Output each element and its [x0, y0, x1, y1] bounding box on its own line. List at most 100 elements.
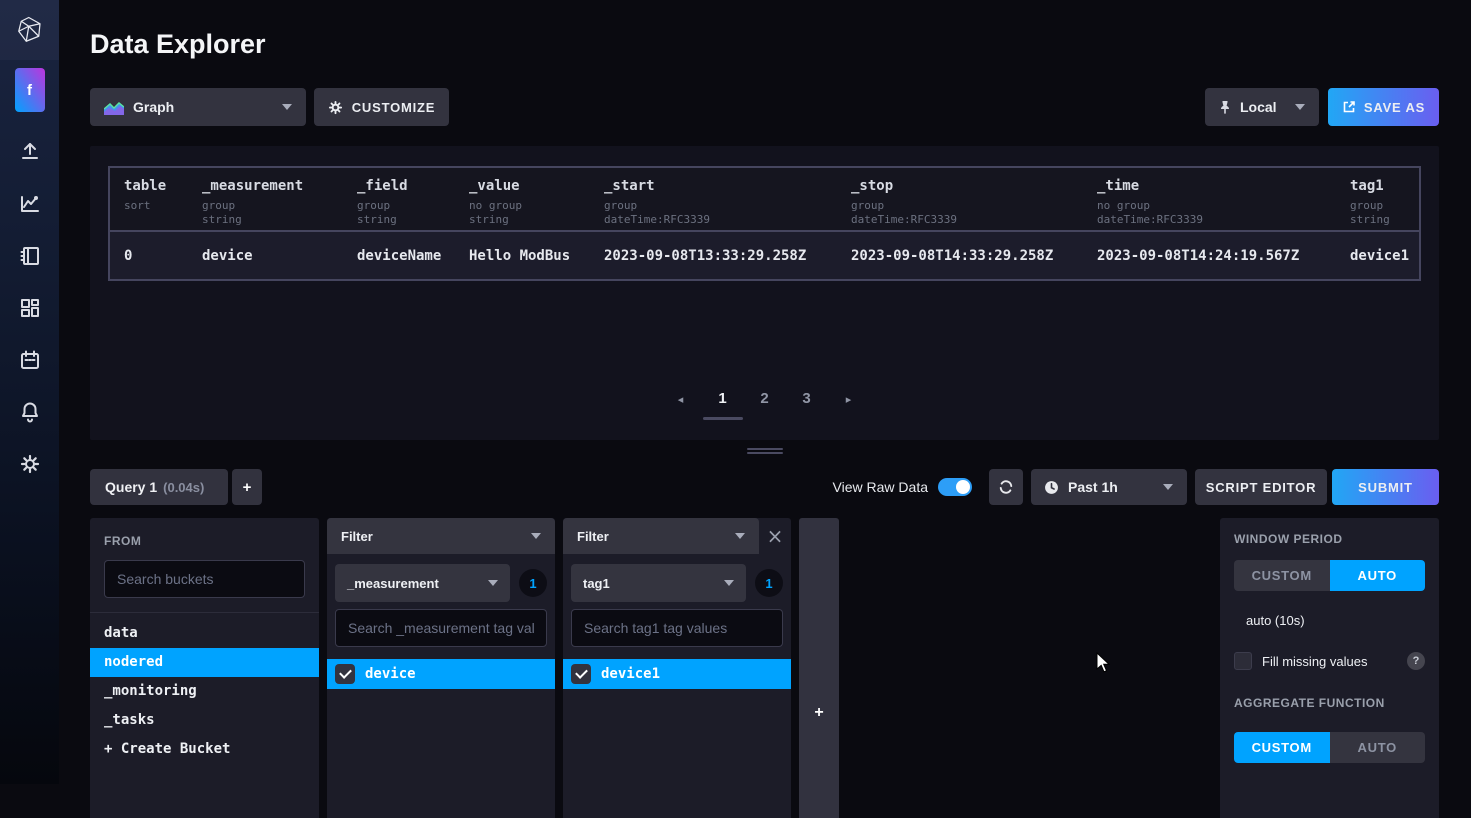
tag-value-device[interactable]: device — [327, 659, 555, 689]
cell-time: 2023-09-08T14:24:19.567Z — [1097, 248, 1350, 264]
query-builder: FROM data nodered _monitoring _tasks + C… — [90, 518, 1439, 818]
aggregate-auto-button[interactable]: AUTO — [1330, 732, 1426, 763]
filter-type-dropdown[interactable]: Filter — [563, 518, 759, 554]
window-period-toggle: CUSTOM AUTO — [1234, 560, 1425, 591]
sidebar-item-dashboards[interactable] — [18, 296, 42, 320]
tag-value-device1[interactable]: device1 — [563, 659, 791, 689]
from-panel: FROM data nodered _monitoring _tasks + C… — [90, 518, 319, 818]
influxdb-logo[interactable] — [0, 0, 59, 60]
create-bucket-button[interactable]: + Create Bucket — [90, 735, 319, 764]
cell-table: 0 — [124, 248, 202, 264]
chevron-down-icon — [282, 104, 292, 110]
column-header-time: _time no group dateTime:RFC3339 — [1097, 178, 1350, 230]
column-header-stop: _stop group dateTime:RFC3339 — [851, 178, 1097, 230]
selected-count-badge: 1 — [519, 569, 547, 597]
calendar-icon — [18, 348, 42, 372]
visualization-type-label: Graph — [133, 99, 174, 115]
add-query-button[interactable]: + — [232, 469, 262, 505]
table-row: 0 device deviceName Hello ModBus 2023-09… — [110, 232, 1419, 279]
bucket-item-monitoring[interactable]: _monitoring — [90, 677, 319, 706]
line-graph-icon — [18, 192, 42, 216]
page-button-1[interactable]: 1 — [703, 390, 743, 420]
refresh-button[interactable] — [989, 469, 1023, 505]
window-period-value: auto (10s) — [1246, 613, 1425, 628]
window-period-title: WINDOW PERIOD — [1234, 532, 1425, 546]
cell-value: Hello ModBus — [469, 248, 604, 264]
avatar[interactable]: f — [15, 68, 45, 112]
resize-handle[interactable] — [747, 448, 783, 454]
customize-label: CUSTOMIZE — [352, 100, 436, 115]
filter-type-dropdown[interactable]: Filter — [327, 518, 555, 554]
customize-button[interactable]: CUSTOMIZE — [314, 88, 449, 126]
bucket-item-data[interactable]: data — [90, 619, 319, 648]
help-icon[interactable]: ? — [1407, 652, 1425, 670]
pin-icon — [1219, 100, 1231, 114]
bucket-item-tasks[interactable]: _tasks — [90, 706, 319, 735]
window-period-auto-button[interactable]: AUTO — [1330, 560, 1426, 591]
tag-key-dropdown-measurement[interactable]: _measurement — [335, 564, 510, 602]
measurement-value-search-input[interactable] — [335, 609, 547, 647]
aggregate-function-title: AGGREGATE FUNCTION — [1234, 696, 1425, 710]
aggregate-function-toggle: CUSTOM AUTO — [1234, 732, 1425, 763]
add-filter-button[interactable]: + — [799, 704, 839, 722]
chevron-down-icon — [1295, 104, 1305, 110]
sidebar-item-notebooks[interactable] — [18, 244, 42, 268]
window-period-custom-button[interactable]: CUSTOM — [1234, 560, 1330, 591]
sidebar-item-data-explorer[interactable] — [18, 192, 42, 216]
tag1-value-search-input[interactable] — [571, 609, 783, 647]
notebook-icon — [18, 244, 42, 268]
visualization-type-dropdown[interactable]: Graph — [90, 88, 306, 126]
next-page-button[interactable]: ▸ — [829, 390, 869, 406]
chevron-down-icon — [488, 580, 498, 586]
fill-missing-values-row: Fill missing values ? — [1234, 652, 1425, 670]
raw-data-panel: table sort _measurement group string _fi… — [90, 146, 1439, 440]
local-label: Local — [1240, 99, 1277, 115]
tag-key-dropdown-tag1[interactable]: tag1 — [571, 564, 746, 602]
view-raw-data-toggle[interactable] — [938, 478, 972, 496]
bucket-item-nodered[interactable]: nodered — [90, 648, 319, 677]
selected-count-badge: 1 — [755, 569, 783, 597]
time-range-dropdown[interactable]: Past 1h — [1031, 469, 1187, 505]
save-as-label: SAVE AS — [1364, 100, 1425, 115]
cell-start: 2023-09-08T13:33:29.258Z — [604, 248, 851, 264]
chevron-down-icon — [531, 533, 541, 539]
query-options-panel: WINDOW PERIOD CUSTOM AUTO auto (10s) Fil… — [1220, 518, 1439, 818]
sidebar-item-upload[interactable] — [18, 140, 42, 164]
cell-measurement: device — [202, 248, 357, 264]
fill-missing-values-label: Fill missing values — [1262, 654, 1367, 669]
pagination: ◂ 1 2 3 ▸ — [108, 390, 1421, 420]
page-button-2[interactable]: 2 — [745, 390, 785, 407]
sidebar-item-tasks[interactable] — [18, 348, 42, 372]
query-tab-label: Query 1 — [105, 479, 157, 495]
checkbox-checked-icon[interactable] — [571, 664, 591, 684]
column-header-measurement: _measurement group string — [202, 178, 357, 230]
bucket-search-input[interactable] — [104, 560, 305, 598]
query-duration: (0.04s) — [163, 480, 204, 495]
raw-data-table: table sort _measurement group string _fi… — [108, 166, 1421, 281]
cell-field: deviceName — [357, 248, 469, 264]
sidebar-item-settings[interactable] — [18, 452, 42, 476]
filter-panel-measurement: Filter _measurement 1 — [327, 518, 555, 818]
sidebar-item-alerts[interactable] — [18, 400, 42, 424]
page-button-3[interactable]: 3 — [787, 390, 827, 407]
prev-page-button[interactable]: ◂ — [661, 390, 701, 406]
bucket-list: data nodered _monitoring _tasks + Create… — [90, 612, 319, 764]
export-icon — [1342, 100, 1356, 114]
submit-button[interactable]: SUBMIT — [1332, 469, 1439, 505]
area-chart-icon — [104, 100, 124, 115]
tab-query-1[interactable]: Query 1 (0.04s) — [90, 469, 228, 505]
query-toolbar: Query 1 (0.04s) + View Raw Data Pa — [90, 469, 1439, 505]
gear-icon — [328, 100, 343, 115]
checkbox-checked-icon[interactable] — [335, 664, 355, 684]
chevron-down-icon — [735, 533, 745, 539]
fill-missing-values-checkbox[interactable] — [1234, 652, 1252, 670]
local-dropdown[interactable]: Local — [1205, 88, 1319, 126]
column-header-tag1: tag1 group string — [1350, 178, 1419, 230]
aggregate-custom-button[interactable]: CUSTOM — [1234, 732, 1330, 763]
chevron-down-icon — [724, 580, 734, 586]
save-as-button[interactable]: SAVE AS — [1328, 88, 1439, 126]
sidebar: f — [0, 0, 59, 784]
close-filter-button[interactable]: × — [759, 526, 791, 546]
page-title: Data Explorer — [90, 28, 1439, 60]
script-editor-button[interactable]: SCRIPT EDITOR — [1195, 469, 1327, 505]
